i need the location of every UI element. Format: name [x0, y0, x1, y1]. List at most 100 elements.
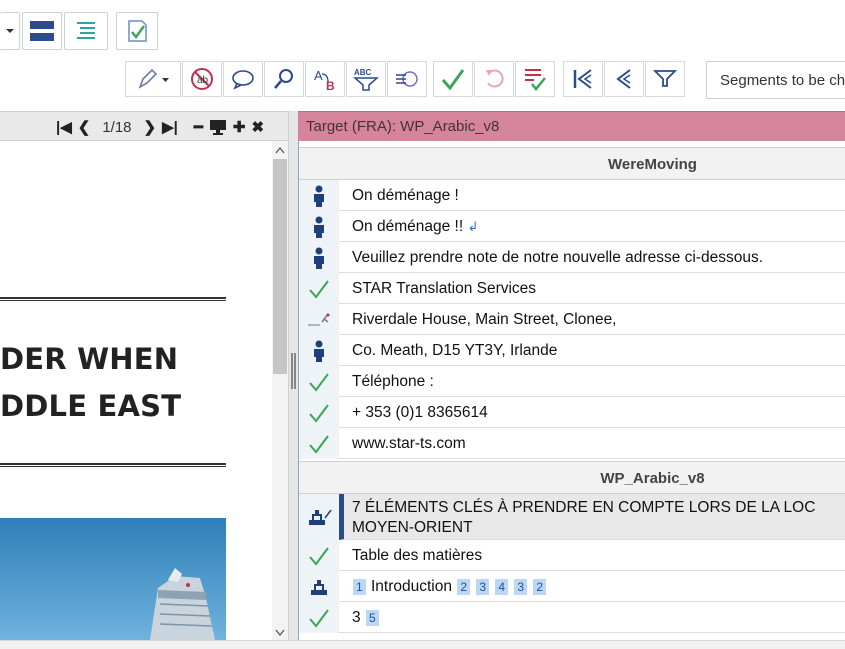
- inline-tag[interactable]: 4: [495, 578, 508, 595]
- check-status-icon: [299, 273, 339, 304]
- segment-cell[interactable]: On déménage !! ↲: [339, 211, 845, 242]
- segment-text[interactable]: Téléphone :: [339, 366, 845, 397]
- segment-text[interactable]: STAR Translation Services: [339, 273, 845, 304]
- qa-check-button[interactable]: [387, 61, 427, 97]
- segment-row-selected[interactable]: 7 ÉLÉMENTS CLÉS À PRENDRE EN COMPTE LORS…: [299, 494, 845, 540]
- prev-page-icon[interactable]: ❮: [78, 118, 91, 136]
- undo-button[interactable]: [474, 61, 514, 97]
- pen-icon: [138, 68, 169, 89]
- segment-row[interactable]: Co. Meath, D15 YT3Y, Irlande: [299, 335, 845, 366]
- svg-text:ab: ab: [197, 75, 209, 86]
- line-break-icon: ↲: [467, 219, 479, 234]
- replace-button[interactable]: AB: [305, 61, 345, 97]
- segment-text[interactable]: Co. Meath, D15 YT3Y, Irlande: [339, 335, 845, 366]
- check-status-icon: [299, 397, 339, 428]
- stamp-status-icon: [299, 571, 339, 602]
- segment-row[interactable]: On déménage !! ↲: [299, 211, 845, 242]
- close-preview-icon[interactable]: ✖: [251, 118, 264, 136]
- segment-row[interactable]: 3 5: [299, 602, 845, 633]
- segment-cell[interactable]: 3 5: [339, 602, 845, 633]
- validate-list-button[interactable]: [515, 61, 555, 97]
- segment-row[interactable]: Veuillez prendre note de notre nouvelle …: [299, 242, 845, 273]
- first-segment-button[interactable]: [563, 61, 603, 97]
- list-icon: [77, 22, 95, 39]
- preview-scroll-thumb[interactable]: [273, 159, 287, 374]
- page-indicator: 1/18: [102, 118, 132, 136]
- no-spell-button[interactable]: ab: [182, 61, 222, 97]
- list-layout-button[interactable]: [64, 12, 108, 50]
- segment-text[interactable]: www.star-ts.com: [339, 428, 845, 459]
- toolbar-top: [0, 12, 158, 54]
- app-window: ab AB ABC Segments to be ch |◀ ❮ 1/18 ❯ …: [0, 0, 845, 649]
- segment-row[interactable]: STAR Translation Services: [299, 273, 845, 304]
- preview-scrollbar[interactable]: [272, 141, 288, 640]
- document-check-icon: [128, 20, 147, 42]
- preview-header: |◀ ❮ 1/18 ❯ ▶| ━ ✚ ✖: [0, 111, 290, 141]
- comment-button[interactable]: [223, 61, 263, 97]
- zoom-out-icon[interactable]: ━: [194, 118, 203, 136]
- segment-row[interactable]: www.star-ts.com: [299, 428, 845, 459]
- check-status-icon: [299, 428, 339, 459]
- horizontal-layout-button[interactable]: [22, 12, 62, 50]
- segment-text[interactable]: On déménage !: [339, 180, 845, 211]
- splitter-grip-icon: [291, 353, 296, 389]
- target-header-title: Target (FRA): WP_Arabic_v8: [306, 118, 500, 135]
- segment-row[interactable]: Riverdale House, Main Street, Clonee,: [299, 304, 845, 335]
- next-page-icon[interactable]: ❯: [144, 118, 157, 136]
- filter-button[interactable]: [645, 61, 685, 97]
- scroll-down-icon[interactable]: [272, 626, 288, 640]
- group-header: WP_Arabic_v8: [299, 461, 845, 494]
- segment-text[interactable]: + 353 (0)1 8365614: [339, 397, 845, 428]
- last-page-icon[interactable]: ▶|: [162, 118, 178, 136]
- prohibited-icon: ab: [191, 68, 213, 90]
- zoom-in-icon[interactable]: ✚: [233, 118, 246, 136]
- pen-tool-button[interactable]: [125, 61, 181, 97]
- inline-tag[interactable]: 1: [353, 578, 366, 595]
- person-status-icon: [299, 242, 339, 273]
- segment-text[interactable]: Veuillez prendre note de notre nouvelle …: [339, 242, 845, 273]
- target-segments-panel: WereMoving On déménage ! On déménage !! …: [298, 141, 845, 640]
- spellcheck-filter-button[interactable]: ABC: [346, 61, 386, 97]
- stamp-status-icon: [299, 494, 339, 540]
- segment-text: Introduction: [371, 578, 452, 595]
- inline-tag[interactable]: 3: [514, 578, 527, 595]
- segment-text[interactable]: 7 ÉLÉMENTS CLÉS À PRENDRE EN COMPTE LORS…: [339, 494, 845, 540]
- scroll-up-icon[interactable]: [272, 143, 288, 157]
- segment-row[interactable]: On déménage !: [299, 180, 845, 211]
- chevron-down-icon: [5, 29, 14, 33]
- inline-tag[interactable]: 2: [457, 578, 470, 595]
- segment-cell[interactable]: 1 Introduction 2 3 4 3 2: [339, 571, 845, 602]
- divider-top: [0, 297, 226, 301]
- inline-tag[interactable]: 2: [533, 578, 546, 595]
- segment-row[interactable]: Table des matières: [299, 540, 845, 571]
- person-status-icon: [299, 335, 339, 366]
- edited-status-icon: [299, 304, 339, 335]
- search-icon: [274, 69, 293, 89]
- preview-photo: [0, 518, 226, 640]
- status-bar: [0, 640, 845, 649]
- previous-segment-button[interactable]: [604, 61, 644, 97]
- target-header: Target (FRA): WP_Arabic_v8: [298, 111, 845, 141]
- segment-filter-select[interactable]: Segments to be ch: [706, 61, 845, 99]
- confirm-doc-button[interactable]: [116, 12, 158, 50]
- segment-text[interactable]: Riverdale House, Main Street, Clonee,: [339, 304, 845, 335]
- layout-rows-icon: [30, 21, 54, 41]
- checkmark-icon: [441, 69, 465, 91]
- segment-text: 3: [352, 609, 361, 626]
- preview-heading-line2: DDLE EAST: [0, 389, 182, 423]
- replace-icon: AB: [314, 68, 335, 92]
- segment-row[interactable]: Téléphone :: [299, 366, 845, 397]
- inline-tag[interactable]: 5: [365, 609, 379, 626]
- segment-row[interactable]: 1 Introduction 2 3 4 3 2: [299, 571, 845, 602]
- segment-text[interactable]: Table des matières: [339, 540, 845, 571]
- abc-filter-icon: ABC: [353, 68, 379, 91]
- confirm-segment-button[interactable]: [433, 61, 473, 97]
- previous-icon: [616, 69, 631, 89]
- dropdown-toggle-button[interactable]: [0, 12, 20, 50]
- segment-row[interactable]: + 353 (0)1 8365614: [299, 397, 845, 428]
- panel-splitter[interactable]: [288, 111, 298, 640]
- first-page-icon[interactable]: |◀: [56, 118, 72, 136]
- monitor-icon[interactable]: [209, 119, 227, 135]
- search-button[interactable]: [264, 61, 304, 97]
- inline-tag[interactable]: 3: [476, 578, 489, 595]
